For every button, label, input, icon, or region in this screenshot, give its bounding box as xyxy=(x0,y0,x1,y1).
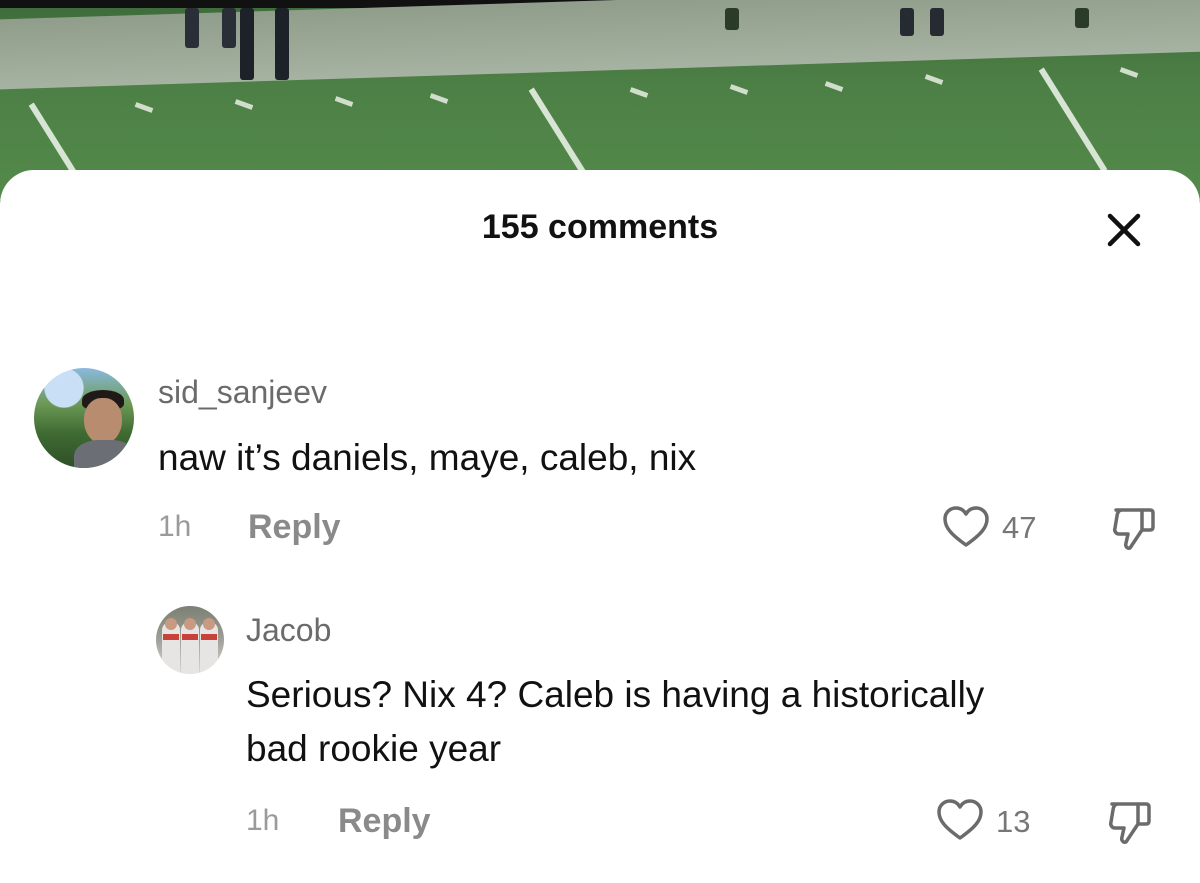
avatar[interactable] xyxy=(156,606,224,674)
hash-mark xyxy=(234,99,254,110)
thumbs-down-icon xyxy=(1109,802,1151,844)
hash-mark xyxy=(1119,67,1139,78)
yard-line xyxy=(1038,67,1108,173)
close-button[interactable] xyxy=(1100,206,1148,254)
reply-button[interactable]: Reply xyxy=(248,508,341,547)
like-count: 13 xyxy=(996,804,1031,839)
comments-sheet: 155 comments sid_sanjeev naw it’s daniel… xyxy=(0,170,1200,883)
like-button[interactable] xyxy=(936,798,984,847)
comment-timestamp: 1h xyxy=(158,510,192,543)
avatar-shirt-stripe xyxy=(182,634,198,640)
like-count: 47 xyxy=(1002,510,1037,545)
field-sideline xyxy=(0,0,1200,90)
avatar-head xyxy=(203,618,215,630)
player-leg xyxy=(240,8,254,80)
avatar-head xyxy=(184,618,196,630)
avatar-head xyxy=(165,618,177,630)
hash-mark xyxy=(334,96,354,107)
comment-username[interactable]: sid_sanjeev xyxy=(158,374,327,411)
hash-mark xyxy=(729,84,749,95)
comment-text-line-1: Serious? Nix 4? Caleb is having a histor… xyxy=(246,674,985,715)
player-leg xyxy=(275,8,289,80)
player-leg xyxy=(222,8,236,48)
hash-mark xyxy=(429,93,449,104)
dislike-button[interactable] xyxy=(1108,504,1158,559)
dislike-button[interactable] xyxy=(1104,798,1154,853)
reply-button[interactable]: Reply xyxy=(338,802,431,841)
avatar[interactable] xyxy=(34,368,134,468)
avatar-shirt-stripe xyxy=(163,634,179,640)
hash-mark xyxy=(824,81,844,92)
hash-mark xyxy=(134,102,154,113)
player-leg xyxy=(1075,8,1089,28)
avatar-shirt xyxy=(74,440,134,468)
avatar-face xyxy=(84,398,122,444)
player-leg xyxy=(900,8,914,36)
comments-count-title: 155 comments xyxy=(481,208,719,246)
comment-timestamp: 1h xyxy=(246,804,280,837)
like-button[interactable] xyxy=(942,505,990,554)
avatar-shirt-stripe xyxy=(201,634,217,640)
player-leg xyxy=(725,8,739,30)
player-leg xyxy=(185,8,199,48)
comment-text: naw it’s daniels, maye, caleb, nix xyxy=(158,437,697,478)
comment-text-line-2: bad rookie year xyxy=(246,728,502,769)
heart-outline-icon xyxy=(943,506,989,547)
hash-mark xyxy=(629,87,649,98)
player-leg xyxy=(930,8,944,36)
hash-mark xyxy=(924,74,944,85)
close-icon xyxy=(1107,213,1141,247)
thumbs-down-icon xyxy=(1113,508,1155,550)
comment-username[interactable]: Jacob xyxy=(246,612,331,649)
heart-outline-icon xyxy=(937,799,983,840)
